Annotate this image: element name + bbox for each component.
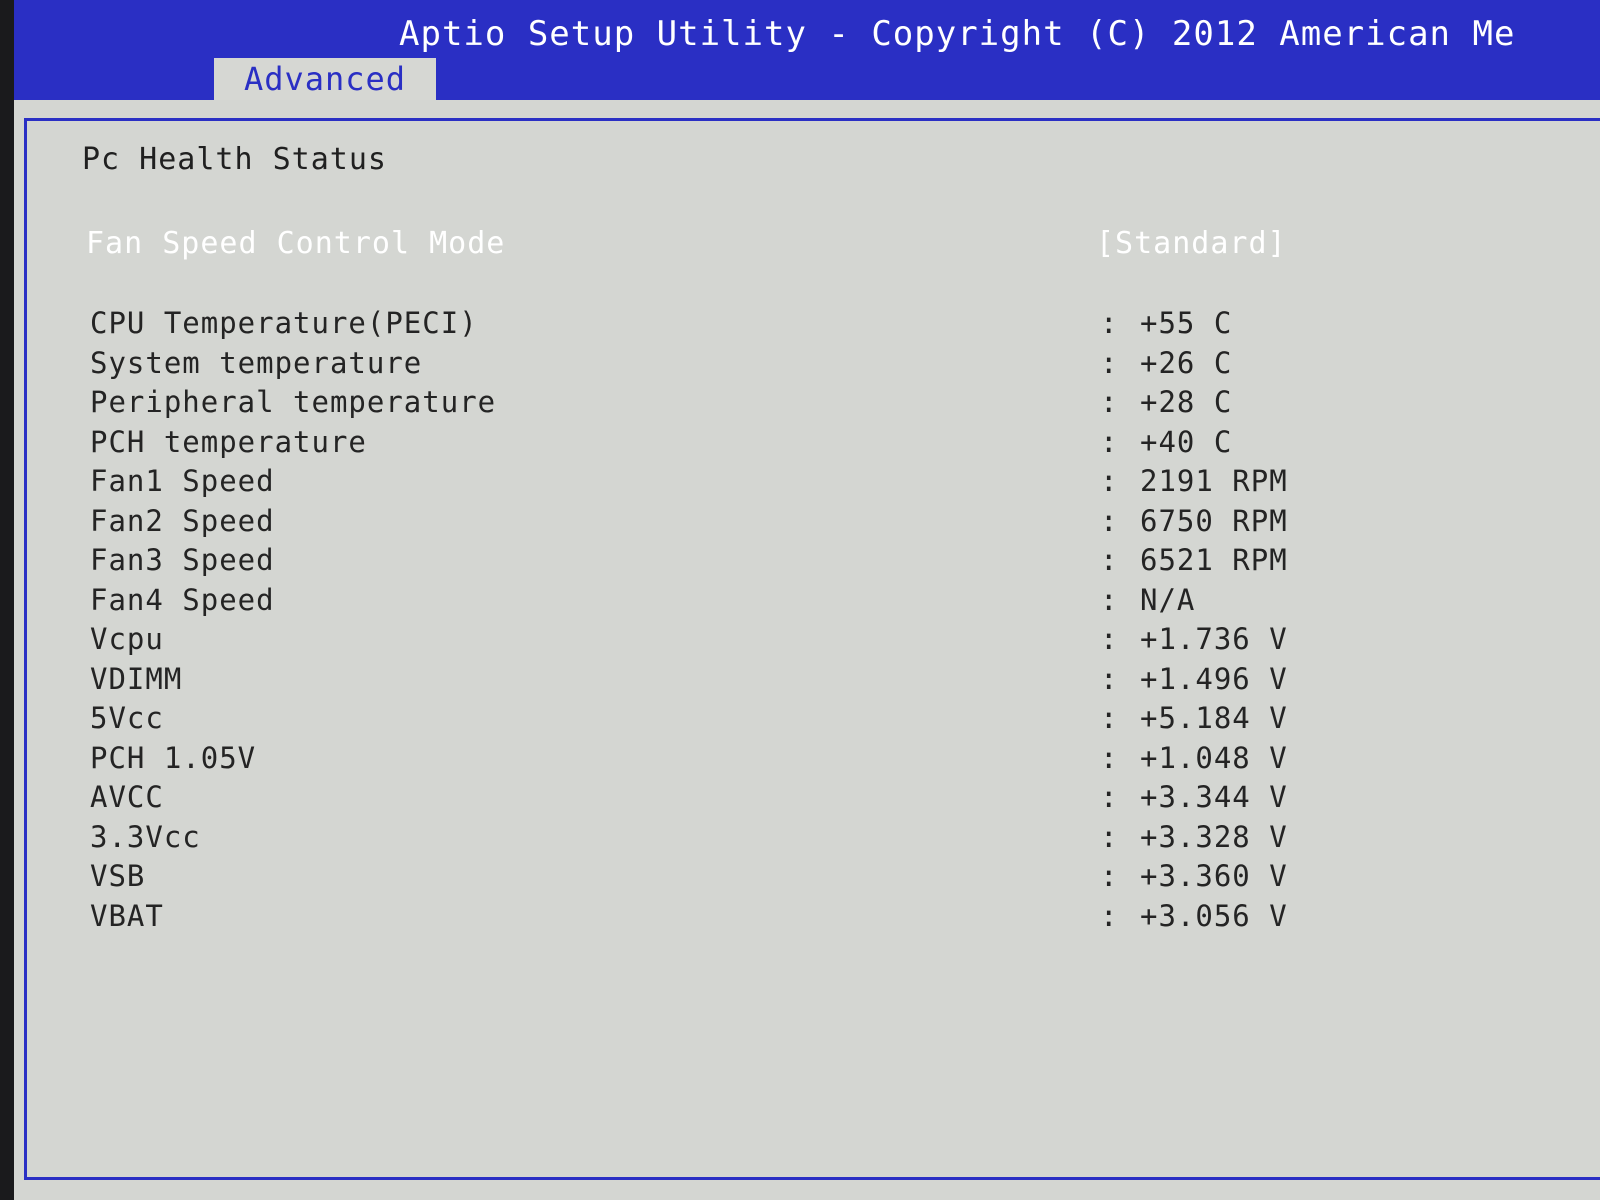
reading-value: +3.056 V — [1140, 898, 1288, 933]
reading-separator: : — [1100, 464, 1119, 498]
reading-separator: : — [1100, 819, 1119, 854]
bios-screen: Aptio Setup Utility - Copyright (C) 2012… — [14, 0, 1600, 1200]
reading-value: +28 C — [1140, 385, 1233, 419]
tab-advanced[interactable]: Advanced — [214, 58, 436, 100]
reading-row: CPU Temperature(PECI): +55 C — [90, 304, 1330, 344]
reading-separator: : — [1100, 622, 1119, 656]
reading-row: Fan1 Speed:2191 RPM — [90, 462, 1330, 502]
reading-label: 3.3Vcc — [90, 819, 201, 854]
reading-label: Vcpu — [90, 622, 164, 656]
reading-separator: : — [1100, 424, 1119, 459]
reading-label: Fan2 Speed — [90, 503, 275, 538]
fan-speed-control-mode-option[interactable]: Fan Speed Control Mode [Standard] — [86, 222, 1316, 266]
reading-label: VSB — [90, 859, 146, 893]
reading-separator: : — [1100, 701, 1119, 735]
reading-label: VDIMM — [90, 661, 183, 696]
reading-value: 6750 RPM — [1140, 503, 1288, 538]
health-readings-list: CPU Temperature(PECI): +55 C System tempe… — [90, 304, 1330, 936]
reading-row: 3.3Vcc: +3.328 V — [90, 818, 1330, 858]
reading-label: 5Vcc — [90, 701, 164, 735]
reading-row: PCH temperature: +40 C — [90, 423, 1330, 463]
reading-row: 5Vcc: +5.184 V — [90, 699, 1330, 739]
reading-separator: : — [1100, 661, 1119, 696]
reading-separator: : — [1100, 306, 1119, 340]
reading-row: VDIMM: +1.496 V — [90, 660, 1330, 700]
app-title: Aptio Setup Utility - Copyright (C) 2012… — [399, 14, 1516, 54]
reading-separator: : — [1100, 859, 1119, 893]
reading-separator: : — [1100, 345, 1119, 380]
reading-separator: : — [1100, 582, 1119, 617]
reading-separator: : — [1100, 543, 1119, 577]
reading-value: +3.344 V — [1140, 780, 1288, 814]
fan-speed-control-mode-value[interactable]: [Standard] — [1096, 222, 1287, 266]
reading-label: System temperature — [90, 345, 423, 380]
fan-speed-control-mode-label: Fan Speed Control Mode — [86, 226, 506, 261]
reading-separator: : — [1100, 385, 1119, 419]
reading-value: +1.736 V — [1140, 622, 1288, 656]
reading-separator: : — [1100, 503, 1119, 538]
reading-value: +3.328 V — [1140, 819, 1288, 854]
reading-label: Peripheral temperature — [90, 385, 497, 419]
reading-row: System temperature: +26 C — [90, 344, 1330, 384]
reading-row: PCH 1.05V: +1.048 V — [90, 739, 1330, 779]
reading-row: Fan2 Speed:6750 RPM — [90, 502, 1330, 542]
reading-label: PCH 1.05V — [90, 740, 257, 775]
reading-value: +26 C — [1140, 345, 1233, 380]
reading-label: PCH temperature — [90, 424, 367, 459]
reading-value: 6521 RPM — [1140, 543, 1288, 577]
reading-label: AVCC — [90, 780, 164, 814]
reading-label: VBAT — [90, 898, 164, 933]
reading-value: +5.184 V — [1140, 701, 1288, 735]
reading-label: Fan1 Speed — [90, 464, 275, 498]
reading-row: AVCC: +3.344 V — [90, 778, 1330, 818]
reading-row: VSB: +3.360 V — [90, 857, 1330, 897]
reading-value: +55 C — [1140, 306, 1233, 340]
reading-row: Vcpu: +1.736 V — [90, 620, 1330, 660]
reading-value: 2191 RPM — [1140, 464, 1288, 498]
reading-row: Peripheral temperature: +28 C — [90, 383, 1330, 423]
reading-value: +40 C — [1140, 424, 1233, 459]
reading-separator: : — [1100, 740, 1119, 775]
reading-value: +3.360 V — [1140, 859, 1288, 893]
header-bar: Aptio Setup Utility - Copyright (C) 2012… — [14, 0, 1600, 100]
page-title: Pc Health Status — [82, 142, 387, 177]
reading-row: VBAT: +3.056 V — [90, 897, 1330, 937]
reading-separator: : — [1100, 898, 1119, 933]
reading-label: Fan3 Speed — [90, 543, 275, 577]
reading-row: Fan4 Speed: N/A — [90, 581, 1330, 621]
reading-separator: : — [1100, 780, 1119, 814]
reading-label: CPU Temperature(PECI) — [90, 306, 478, 340]
reading-value: +1.048 V — [1140, 740, 1288, 775]
reading-value: N/A — [1140, 582, 1196, 617]
reading-row: Fan3 Speed:6521 RPM — [90, 541, 1330, 581]
reading-label: Fan4 Speed — [90, 582, 275, 617]
reading-value: +1.496 V — [1140, 661, 1288, 696]
